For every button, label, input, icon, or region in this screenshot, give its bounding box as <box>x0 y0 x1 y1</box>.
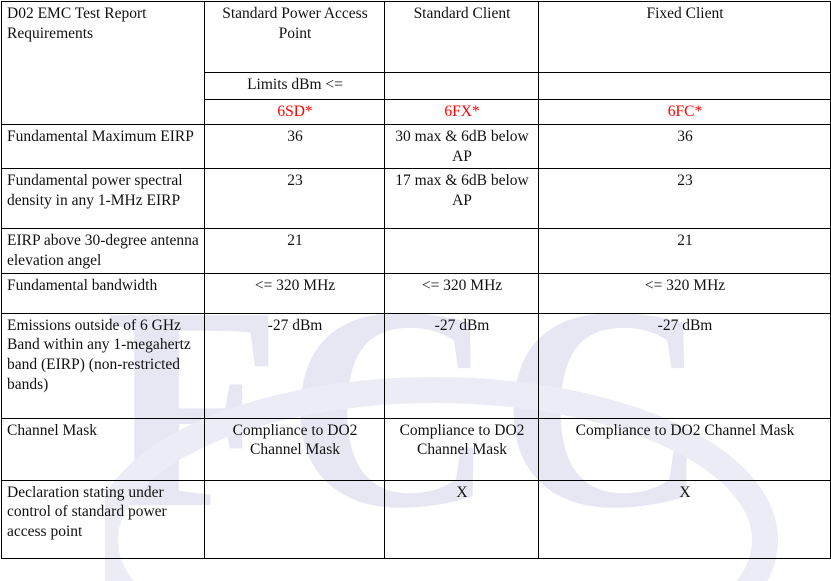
table-row: EIRP above 30-degree antenna elevation a… <box>1 228 831 274</box>
value-standard-client: Compliance to DO2 Channel Mask <box>384 417 539 481</box>
value-standard-client <box>384 228 539 274</box>
emc-requirements-table: D02 EMC Test Report Requirements Standar… <box>1 1 831 559</box>
value-fixed-client: X <box>538 479 831 559</box>
requirement-label: Fundamental bandwidth <box>1 272 205 314</box>
requirement-label: Fundamental power spectral density in an… <box>1 168 205 230</box>
code-6sd: 6SD* <box>204 99 385 125</box>
value-fixed-client: 23 <box>538 168 831 230</box>
requirement-label: Declaration stating under control of sta… <box>1 479 205 559</box>
value-fixed-client: 21 <box>538 228 831 274</box>
value-fixed-client: -27 dBm <box>538 312 831 419</box>
limits-label-fixed-client <box>538 72 831 100</box>
value-standard-power-access-point <box>204 479 385 559</box>
value-fixed-client: <= 320 MHz <box>538 272 831 314</box>
header-column-standard-client: Standard Client <box>384 1 539 73</box>
table-row: Fundamental power spectral density in an… <box>1 168 831 230</box>
value-standard-power-access-point: 23 <box>204 168 385 230</box>
value-standard-client: 30 max & 6dB below AP <box>384 123 539 170</box>
value-standard-client: 17 max & 6dB below AP <box>384 168 539 230</box>
value-fixed-client: 36 <box>538 123 831 170</box>
value-standard-client: -27 dBm <box>384 312 539 419</box>
table-header-row: D02 EMC Test Report Requirements Standar… <box>1 1 831 125</box>
value-standard-power-access-point: 36 <box>204 123 385 170</box>
table-row: Fundamental Maximum EIRP 36 30 max & 6dB… <box>1 123 831 170</box>
header-column-standard-power-access-point: Standard Power Access Point <box>204 1 385 73</box>
requirement-label: EIRP above 30-degree antenna elevation a… <box>1 228 205 274</box>
requirement-label: Emissions outside of 6 GHz Band within a… <box>1 312 205 419</box>
table-row: Emissions outside of 6 GHz Band within a… <box>1 312 831 419</box>
requirement-label: Fundamental Maximum EIRP <box>1 123 205 170</box>
spec-table-container: D02 EMC Test Report Requirements Standar… <box>0 0 831 581</box>
header-requirements-label: D02 EMC Test Report Requirements <box>1 1 205 125</box>
value-standard-client: X <box>384 479 539 559</box>
value-standard-power-access-point: -27 dBm <box>204 312 385 419</box>
limits-label-access-point: Limits dBm <= <box>204 72 385 100</box>
table-row: Declaration stating under control of sta… <box>1 479 831 559</box>
limits-label-standard-client <box>384 72 539 100</box>
value-standard-client: <= 320 MHz <box>384 272 539 314</box>
value-standard-power-access-point: 21 <box>204 228 385 274</box>
value-standard-power-access-point: <= 320 MHz <box>204 272 385 314</box>
code-6fx: 6FX* <box>384 99 539 125</box>
table-row: Fundamental bandwidth <= 320 MHz <= 320 … <box>1 272 831 314</box>
table-row: Channel Mask Compliance to DO2 Channel M… <box>1 417 831 481</box>
value-fixed-client: Compliance to DO2 Channel Mask <box>538 417 831 481</box>
value-standard-power-access-point: Compliance to DO2 Channel Mask <box>204 417 385 481</box>
code-6fc: 6FC* <box>538 99 831 125</box>
requirement-label: Channel Mask <box>1 417 205 481</box>
header-column-fixed-client: Fixed Client <box>538 1 831 73</box>
